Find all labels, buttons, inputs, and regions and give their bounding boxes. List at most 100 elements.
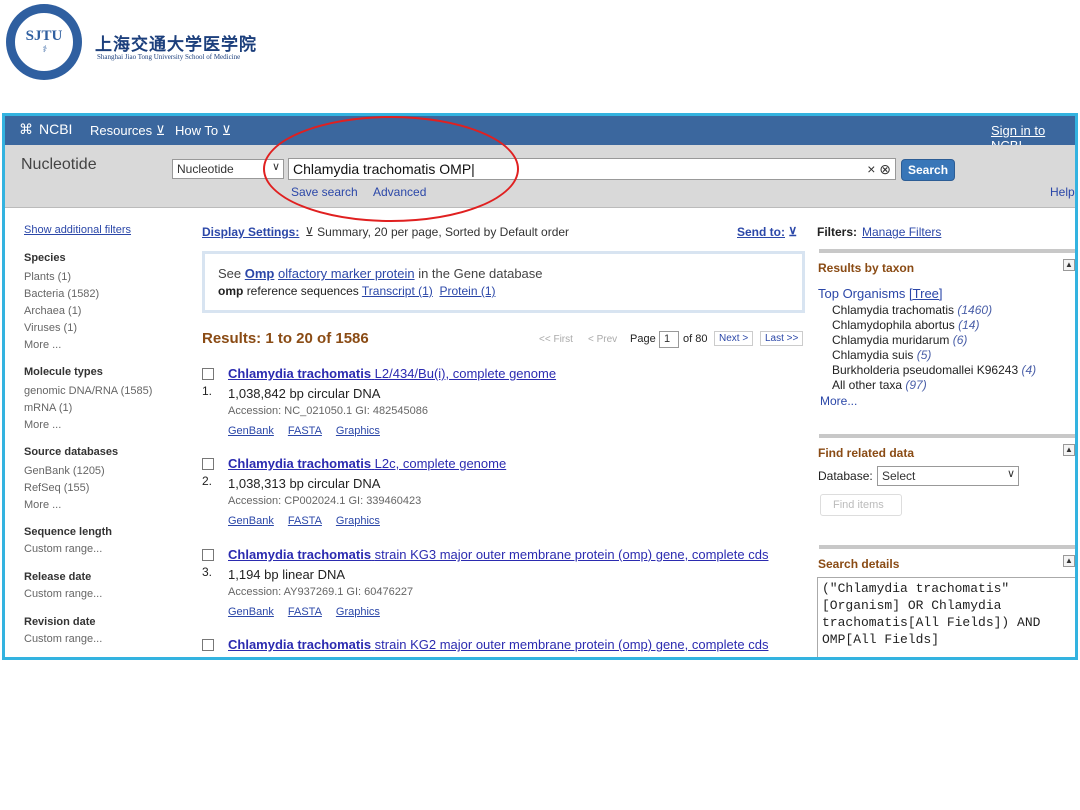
collapse-icon[interactable]: ▲	[1063, 555, 1075, 567]
organism-item[interactable]: Chlamydia muridarum (6)	[832, 333, 1036, 348]
pager-page-label: Page	[630, 333, 656, 345]
display-settings-desc: ⊻ Summary, 20 per page, Sorted by Defaul…	[305, 225, 570, 239]
pager-next[interactable]: Next >	[714, 331, 754, 346]
filter-item[interactable]: Plants (1)	[24, 269, 184, 286]
result-accession: Accession: AY937269.1 GI: 60476227	[228, 586, 414, 598]
graphics-link[interactable]: Graphics	[336, 425, 380, 437]
chevron-down-icon: ⊻	[221, 123, 232, 138]
search-input[interactable]: Chlamydia trachomatis OMP| × ⊗	[288, 158, 896, 180]
fasta-link[interactable]: FASTA	[288, 425, 322, 437]
result-number: 1.	[202, 384, 213, 398]
organism-item[interactable]: Burkholderia pseudomallei K96243 (4)	[832, 363, 1036, 378]
result-checkbox[interactable]	[202, 368, 214, 380]
filter-item[interactable]: mRNA (1)	[24, 400, 184, 417]
result-number: 3.	[202, 565, 213, 579]
result-size: 1,194 bp linear DNA	[228, 567, 346, 582]
show-filters-link[interactable]: Show additional filters	[24, 224, 184, 236]
graphics-link[interactable]: Graphics	[336, 515, 380, 527]
save-search-link[interactable]: Save search	[291, 185, 358, 199]
db-title: Nucleotide	[21, 156, 97, 173]
collapse-icon[interactable]: ▲	[1063, 444, 1075, 456]
pager-prev[interactable]: < Prev	[588, 334, 617, 345]
seal-monogram: SJTU	[25, 28, 63, 44]
db-select[interactable]: Nucleotide ∨	[172, 159, 284, 179]
revision-heading: Revision date	[24, 616, 96, 628]
result-checkbox[interactable]	[202, 458, 214, 470]
pager-last[interactable]: Last >>	[760, 331, 804, 346]
graphics-link[interactable]: Graphics	[336, 606, 380, 618]
genbank-link[interactable]: GenBank	[228, 425, 274, 437]
search-bar: Nucleotide Nucleotide ∨ Chlamydia trachom…	[5, 145, 1075, 208]
custom-range-link[interactable]: Custom range...	[24, 543, 184, 555]
organism-item[interactable]: Chlamydia suis (5)	[832, 348, 1036, 363]
ncbi-screenshot-frame: ⌘ NCBI Resources ⊻ How To ⊻ Sign in to N…	[2, 113, 1078, 660]
ncbi-topbar: ⌘ NCBI Resources ⊻ How To ⊻ Sign in to N…	[5, 116, 1075, 153]
ncbi-logo[interactable]: NCBI	[39, 121, 72, 137]
advanced-link[interactable]: Advanced	[373, 185, 426, 199]
search-details-textarea[interactable]: ("Chlamydia trachomatis"[Organism] OR Ch…	[817, 577, 1075, 657]
transcript-link[interactable]: Transcript (1)	[362, 284, 433, 298]
more-organisms-link[interactable]: More...	[820, 394, 857, 408]
collapse-icon[interactable]: ▲	[1063, 259, 1075, 271]
filter-item[interactable]: Viruses (1)	[24, 320, 184, 337]
ncbi-logo-icon[interactable]: ⌘	[19, 121, 33, 138]
left-filters: Show additional filters Species Plants (…	[24, 224, 184, 645]
result-size: 1,038,313 bp circular DNA	[228, 476, 381, 491]
filters-label: Filters:	[817, 225, 858, 239]
chevron-down-icon: ⊻	[305, 225, 314, 239]
fasta-link[interactable]: FASTA	[288, 606, 322, 618]
find-items-button[interactable]: Find items	[820, 494, 902, 516]
organism-item[interactable]: All other taxa (97)	[832, 378, 1036, 393]
top-organisms-label: Top Organisms [Tree]	[818, 286, 943, 301]
clear-icon[interactable]: × ⊗	[867, 161, 891, 178]
protein-link[interactable]: Protein (1)	[439, 284, 495, 298]
omp-gene-link[interactable]: Omp	[245, 266, 275, 281]
database-select[interactable]: Select ∨	[877, 466, 1019, 486]
filter-more[interactable]: More ...	[24, 337, 184, 354]
school-seal: SJTU ⚕	[6, 4, 82, 80]
src-heading: Source databases	[24, 446, 119, 458]
release-heading: Release date	[24, 571, 92, 583]
taxon-heading: Results by taxon	[818, 261, 915, 275]
result-accession: Accession: CP002024.1 GI: 339460423	[228, 495, 422, 507]
filter-more[interactable]: More ...	[24, 417, 184, 434]
help-link[interactable]: Help	[1050, 185, 1075, 199]
genbank-link[interactable]: GenBank	[228, 606, 274, 618]
filter-item[interactable]: Archaea (1)	[24, 303, 184, 320]
database-label: Database:	[818, 469, 873, 483]
result-title-link[interactable]: Chlamydia trachomatis L2c, complete geno…	[228, 456, 506, 471]
gene-sensor-box: See Omp olfactory marker protein in the …	[202, 251, 805, 313]
pager-page-input[interactable]: 1	[659, 331, 679, 348]
result-checkbox[interactable]	[202, 549, 214, 561]
result-accession: Accession: NC_021050.1 GI: 482545086	[228, 405, 428, 417]
pager-first[interactable]: << First	[539, 334, 573, 345]
olfactory-link[interactable]: olfactory marker protein	[278, 266, 415, 281]
chevron-down-icon: ∨	[271, 161, 280, 173]
pager-of: of 80	[683, 333, 708, 345]
manage-filters-link[interactable]: Manage Filters	[862, 225, 941, 239]
genbank-link[interactable]: GenBank	[228, 515, 274, 527]
result-title-link[interactable]: Chlamydia trachomatis strain KG3 major o…	[228, 547, 768, 562]
details-heading: Search details	[818, 557, 900, 571]
result-title-link[interactable]: Chlamydia trachomatis L2/434/Bu(i), comp…	[228, 366, 556, 381]
custom-range-link[interactable]: Custom range...	[24, 633, 184, 645]
result-size: 1,038,842 bp circular DNA	[228, 386, 381, 401]
resources-menu[interactable]: Resources ⊻	[90, 123, 165, 139]
display-settings-link[interactable]: Display Settings:	[202, 225, 299, 239]
filter-item[interactable]: genomic DNA/RNA (1585)	[24, 383, 184, 400]
result-title-link[interactable]: Chlamydia trachomatis strain KG2 major o…	[228, 637, 768, 652]
send-to-menu[interactable]: Send to: ⊻	[737, 225, 797, 239]
organism-item[interactable]: Chlamydophila abortus (14)	[832, 318, 1036, 333]
filter-item[interactable]: GenBank (1205)	[24, 463, 184, 480]
result-checkbox[interactable]	[202, 639, 214, 651]
fasta-link[interactable]: FASTA	[288, 515, 322, 527]
custom-range-link[interactable]: Custom range...	[24, 588, 184, 600]
organism-item[interactable]: Chlamydia trachomatis (1460)	[832, 303, 1036, 318]
howto-menu[interactable]: How To ⊻	[175, 123, 231, 139]
filter-item[interactable]: Bacteria (1582)	[24, 286, 184, 303]
chevron-down-icon: ⊻	[155, 123, 166, 138]
filter-more[interactable]: More ...	[24, 497, 184, 514]
filter-item[interactable]: RefSeq (155)	[24, 480, 184, 497]
search-button[interactable]: Search	[901, 159, 956, 181]
tree-link[interactable]: [Tree]	[909, 286, 942, 301]
